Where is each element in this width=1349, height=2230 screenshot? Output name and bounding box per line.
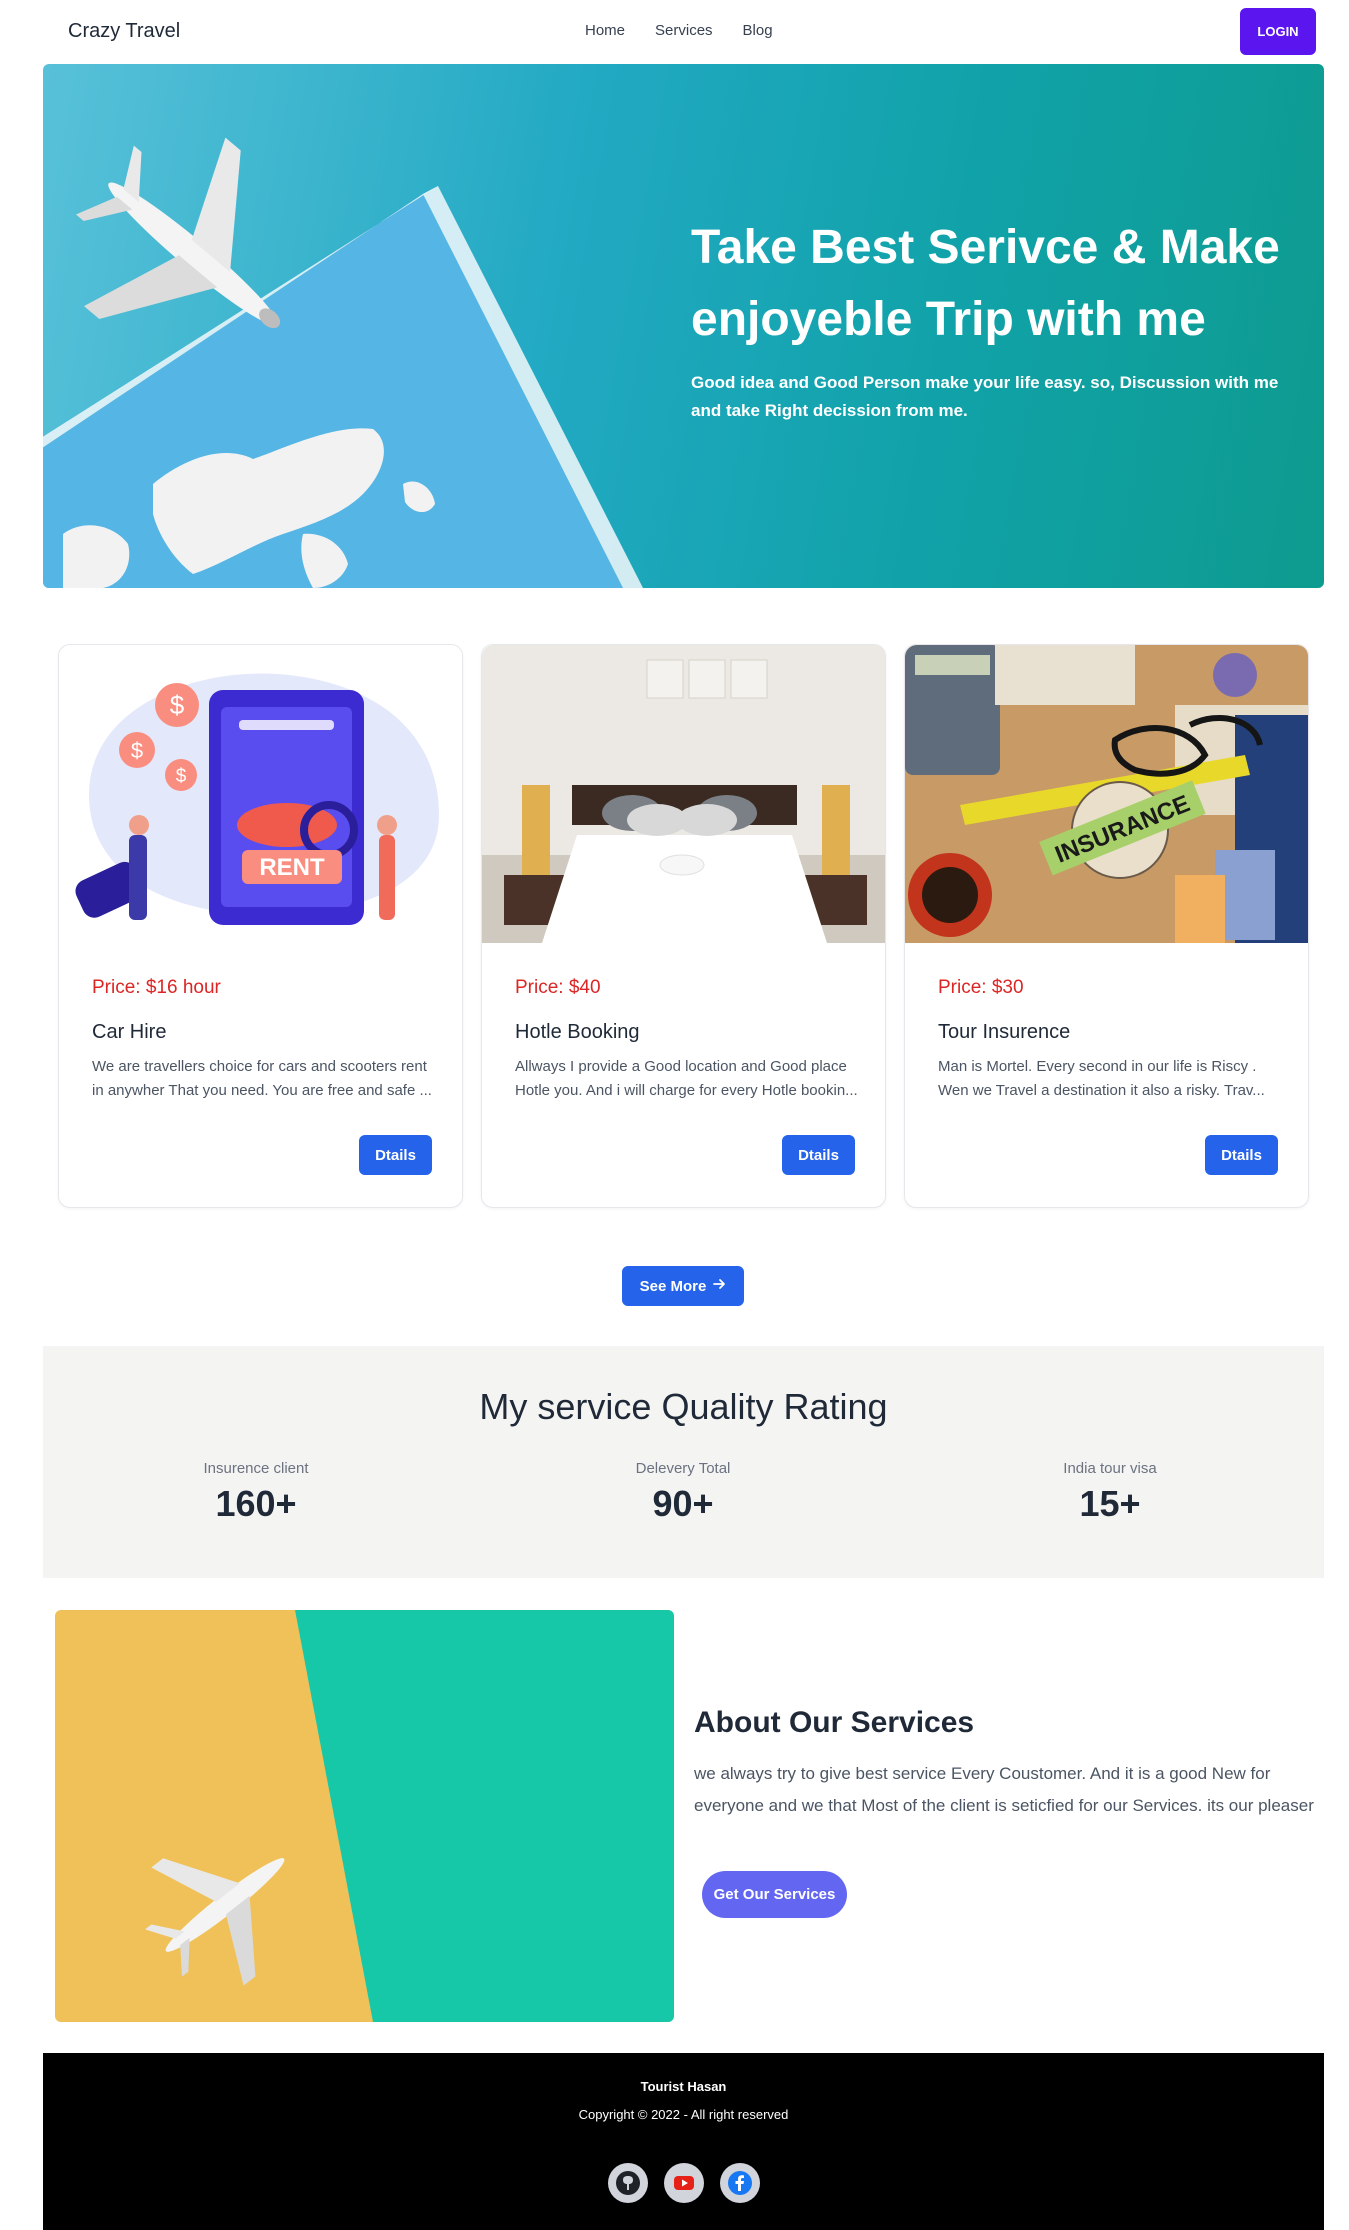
- hero-title: Take Best Serivce & Make enjoyeble Trip …: [691, 221, 1280, 346]
- hotel-room-photo: [482, 645, 885, 943]
- rating-title: My service Quality Rating: [479, 1386, 888, 1427]
- stat-insurance-client: Insurence client 160+: [146, 1460, 366, 1525]
- nav-link-home[interactable]: Home: [585, 22, 625, 39]
- card-description: Allways I provide a Good location and Go…: [515, 1058, 858, 1099]
- footer-copyright: Copyright © 2022 - All right reserved: [578, 2107, 789, 2122]
- nav-link-services[interactable]: Services: [655, 22, 713, 39]
- service-card-car-hire: $ $ $ RENT Price: $16 hour Car Hire We a…: [58, 644, 463, 1208]
- get-our-services-button[interactable]: Get Our Services: [702, 1871, 847, 1918]
- card-title: Hotle Booking: [515, 1021, 640, 1043]
- details-button[interactable]: Dtails: [359, 1135, 432, 1175]
- service-card-tour-insurance: INSURANCE Price: $30 Tour Insurence Man …: [904, 644, 1309, 1208]
- nav-link-blog[interactable]: Blog: [743, 22, 773, 39]
- footer-name: Tourist Hasan: [640, 2079, 727, 2094]
- rent-label: RENT: [259, 854, 325, 881]
- login-button[interactable]: LOGIN: [1240, 8, 1316, 55]
- card-title: Car Hire: [92, 1021, 167, 1043]
- stat-label: India tour visa: [1063, 1460, 1157, 1477]
- navbar: Crazy Travel Home Services Blog LOGIN: [0, 0, 1349, 64]
- stat-value: 90+: [652, 1483, 714, 1524]
- about-description: we always try to give best service Every…: [694, 1764, 1314, 1815]
- arrow-right-icon: [712, 1277, 726, 1295]
- car-rent-illustration: $ $ $ RENT: [59, 645, 462, 943]
- about-airplane-photo: [55, 1610, 674, 2022]
- youtube-icon[interactable]: [664, 2163, 704, 2203]
- service-card-hotel-booking: Price: $40 Hotle Booking Allways I provi…: [481, 644, 886, 1208]
- details-button[interactable]: Dtails: [782, 1135, 855, 1175]
- svg-text:$: $: [131, 738, 143, 763]
- see-more-label: See More: [639, 1277, 707, 1295]
- card-price: Price: $40: [515, 977, 601, 998]
- card-price: Price: $16 hour: [92, 977, 221, 998]
- see-more-button[interactable]: See More: [622, 1266, 744, 1306]
- social-links: [608, 2163, 760, 2203]
- card-description: We are travellers choice for cars and sc…: [92, 1058, 432, 1099]
- brand-logo[interactable]: Crazy Travel: [68, 20, 180, 43]
- card-description: Man is Mortel. Every second in our life …: [938, 1058, 1265, 1099]
- stat-value: 160+: [215, 1483, 297, 1524]
- stat-india-tour-visa: India tour visa 15+: [1000, 1460, 1220, 1525]
- svg-text:$: $: [170, 690, 185, 720]
- quality-rating-section: My service Quality Rating Insurence clie…: [43, 1346, 1324, 1578]
- stat-label: Insurence client: [203, 1460, 309, 1477]
- stat-delivery-total: Delevery Total 90+: [573, 1460, 793, 1525]
- about-title: About Our Services: [694, 1706, 975, 1739]
- card-title: Tour Insurence: [938, 1021, 1071, 1043]
- facebook-icon[interactable]: [720, 2163, 760, 2203]
- nav-links: Home Services Blog: [585, 22, 773, 39]
- github-icon[interactable]: [608, 2163, 648, 2203]
- footer: Tourist Hasan Copyright © 2022 - All rig…: [43, 2053, 1324, 2230]
- svg-text:$: $: [176, 766, 187, 787]
- stat-label: Delevery Total: [635, 1460, 731, 1477]
- details-button[interactable]: Dtails: [1205, 1135, 1278, 1175]
- insurance-desk-photo: INSURANCE: [905, 645, 1308, 943]
- hero-banner: Take Best Serivce & Make enjoyeble Trip …: [43, 64, 1324, 588]
- stat-value: 15+: [1079, 1483, 1141, 1524]
- hero-subtitle: Good idea and Good Person make your life…: [691, 373, 1279, 420]
- card-price: Price: $30: [938, 977, 1024, 998]
